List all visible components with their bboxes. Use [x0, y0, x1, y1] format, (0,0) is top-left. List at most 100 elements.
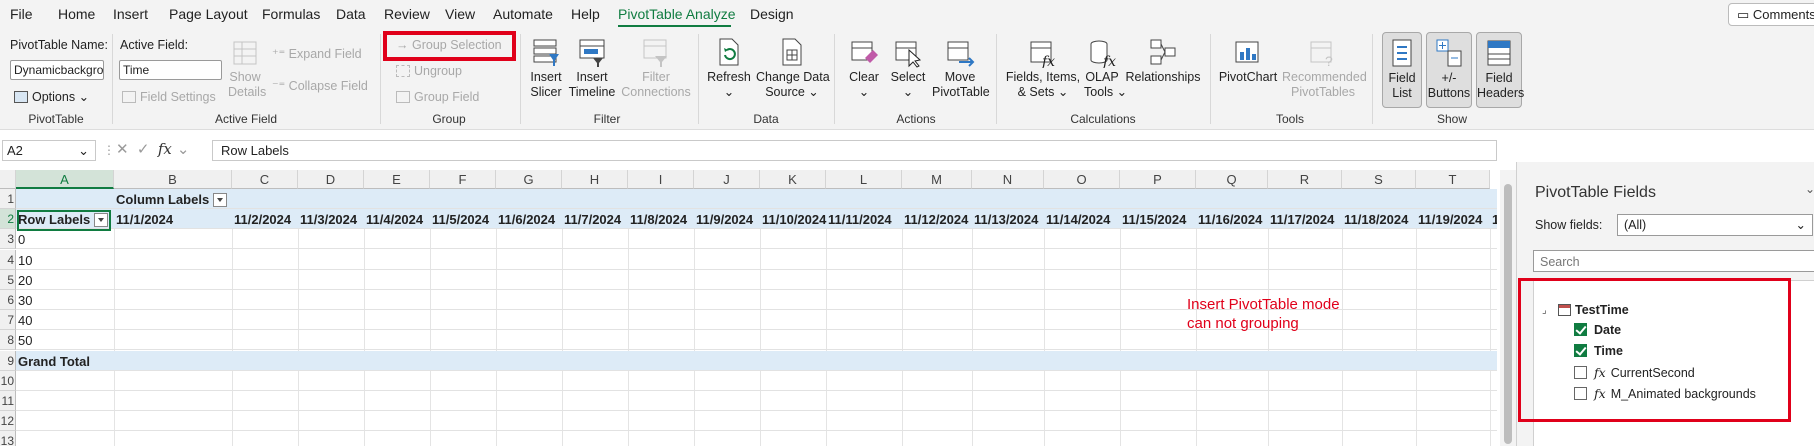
- clear-button[interactable]: Clear ⌄: [846, 36, 882, 100]
- column-header-c[interactable]: C: [232, 170, 298, 189]
- date-header-cell[interactable]: 11/3/2024: [300, 212, 357, 227]
- column-header-o[interactable]: O: [1044, 170, 1120, 189]
- active-field-input[interactable]: Time: [119, 60, 222, 80]
- date-header-cell[interactable]: 11/2/2024: [234, 212, 291, 227]
- row-header-11[interactable]: 11: [0, 391, 16, 411]
- scrollbar-thumb[interactable]: [1504, 184, 1512, 444]
- date-header-cell[interactable]: 11/17/2024: [1270, 212, 1334, 227]
- row-header-2[interactable]: 2: [0, 209, 16, 230]
- date-header-cell[interactable]: 11/4/2024: [366, 212, 423, 227]
- date-header-cell[interactable]: 11/10/2024: [762, 212, 826, 227]
- menu-insert[interactable]: Insert: [113, 6, 148, 22]
- date-header-cell[interactable]: 11/15/2024: [1122, 212, 1186, 227]
- column-header-m[interactable]: M: [902, 170, 972, 189]
- field-list-toggle[interactable]: Field List: [1382, 32, 1422, 108]
- row-header-1[interactable]: 1: [0, 189, 16, 209]
- select-button[interactable]: Select ⌄: [888, 36, 928, 100]
- insert-slicer-button[interactable]: Insert Slicer: [526, 36, 566, 100]
- row-header-7[interactable]: 7: [0, 310, 16, 331]
- grand-total-cell[interactable]: Grand Total: [18, 354, 90, 369]
- menu-page-layout[interactable]: Page Layout: [169, 6, 248, 22]
- column-labels-cell[interactable]: Column Labels: [116, 192, 228, 207]
- more-options-icon[interactable]: ⋮: [103, 143, 115, 157]
- show-details-button[interactable]: Show Details: [228, 36, 266, 100]
- menu-file[interactable]: File: [10, 6, 33, 22]
- date-header-cell[interactable]: 11/1/2024: [116, 212, 173, 227]
- menu-automate[interactable]: Automate: [493, 6, 553, 22]
- filter-dropdown-icon[interactable]: [213, 193, 228, 207]
- date-header-cell[interactable]: 11/14/2024: [1046, 212, 1110, 227]
- ungroup-button[interactable]: Ungroup: [396, 64, 462, 78]
- menu-formulas[interactable]: Formulas: [262, 6, 320, 22]
- column-header-t[interactable]: T: [1416, 170, 1490, 189]
- group-field-button[interactable]: Group Field: [396, 90, 479, 104]
- column-header-g[interactable]: G: [496, 170, 562, 189]
- insert-timeline-button[interactable]: Insert Timeline: [568, 36, 616, 100]
- row-header-9[interactable]: 9: [0, 350, 16, 371]
- date-header-cell[interactable]: 11/19/2024: [1418, 212, 1482, 227]
- enter-icon[interactable]: ✓: [137, 141, 150, 158]
- column-header-l[interactable]: L: [826, 170, 902, 189]
- column-header-b[interactable]: B: [114, 170, 232, 189]
- row-value-cell[interactable]: 20: [18, 273, 32, 288]
- row-header-8[interactable]: 8: [0, 330, 16, 351]
- menu-data[interactable]: Data: [336, 6, 366, 22]
- column-header-n[interactable]: N: [972, 170, 1044, 189]
- vertical-scrollbar[interactable]: [1500, 170, 1516, 446]
- menu-design[interactable]: Design: [750, 6, 794, 22]
- spreadsheet-grid[interactable]: ABCDEFGHIJKLMNOPQRST 1 Column Labels 2 Row …: [0, 170, 1497, 446]
- collapse-field-button[interactable]: ⁻⁼ Collapse Field: [272, 78, 368, 93]
- chevron-down-icon[interactable]: ⌄: [78, 143, 89, 159]
- date-header-cell[interactable]: 11/8/2024: [630, 212, 687, 227]
- insert-function-icon[interactable]: fx: [158, 140, 172, 158]
- date-header-cell[interactable]: 11/18/2024: [1344, 212, 1408, 227]
- pivottable-name-input[interactable]: Dynamicbackgro: [10, 60, 104, 80]
- move-pivottable-button[interactable]: Move PivotTable: [932, 36, 990, 100]
- date-header-cell[interactable]: 11: [1492, 212, 1497, 227]
- relationships-button[interactable]: Relationships: [1124, 36, 1202, 85]
- column-header-r[interactable]: R: [1268, 170, 1342, 189]
- row-header-3[interactable]: 3: [0, 229, 16, 250]
- column-header-k[interactable]: K: [760, 170, 826, 189]
- field-settings-button[interactable]: Field Settings: [122, 90, 216, 104]
- date-header-cell[interactable]: 11/13/2024: [974, 212, 1038, 227]
- date-header-cell[interactable]: 11/7/2024: [564, 212, 621, 227]
- chevron-down-icon[interactable]: ⌄: [1805, 182, 1814, 196]
- show-fields-select[interactable]: (All) ⌄: [1617, 214, 1813, 236]
- row-value-cell[interactable]: 0: [18, 232, 25, 247]
- column-header-j[interactable]: J: [694, 170, 760, 189]
- row-value-cell[interactable]: 50: [18, 333, 32, 348]
- chevron-down-icon[interactable]: ⌄: [177, 141, 190, 158]
- column-header-a[interactable]: A: [16, 170, 114, 189]
- field-search-input[interactable]: Search: [1533, 250, 1814, 272]
- row-header-13[interactable]: 13: [0, 431, 16, 446]
- column-header-e[interactable]: E: [364, 170, 430, 189]
- date-header-cell[interactable]: 11/9/2024: [696, 212, 753, 227]
- change-data-source-button[interactable]: Change Data Source ⌄: [756, 36, 830, 100]
- menu-home[interactable]: Home: [58, 6, 95, 22]
- date-header-cell[interactable]: 11/12/2024: [904, 212, 968, 227]
- expand-field-button[interactable]: ⁺⁼ Expand Field: [272, 46, 362, 61]
- row-header-10[interactable]: 10: [0, 370, 16, 391]
- refresh-button[interactable]: Refresh ⌄: [704, 36, 754, 100]
- column-header-f[interactable]: F: [430, 170, 496, 189]
- row-header-4[interactable]: 4: [0, 249, 16, 270]
- formula-input[interactable]: Row Labels: [212, 140, 1497, 161]
- olap-tools-button[interactable]: fx OLAP Tools ⌄: [1084, 36, 1127, 100]
- column-header-d[interactable]: D: [298, 170, 364, 189]
- name-box[interactable]: A2 ⌄: [2, 140, 96, 161]
- column-header-i[interactable]: I: [628, 170, 694, 189]
- comments-button[interactable]: ▭ Comments: [1728, 3, 1814, 26]
- menu-review[interactable]: Review: [384, 6, 430, 22]
- row-value-cell[interactable]: 30: [18, 293, 32, 308]
- menu-pivottable-analyze[interactable]: PivotTable Analyze: [618, 6, 736, 22]
- fields-items-sets-button[interactable]: fx Fields, Items, & Sets ⌄: [1004, 36, 1082, 100]
- menu-view[interactable]: View: [445, 6, 475, 22]
- pivotchart-button[interactable]: PivotChart: [1216, 36, 1280, 85]
- menu-help[interactable]: Help: [571, 6, 600, 22]
- recommended-pivottables-button[interactable]: ? Recommended PivotTables: [1282, 36, 1367, 100]
- row-header-5[interactable]: 5: [0, 269, 16, 290]
- date-header-cell[interactable]: 11/6/2024: [498, 212, 555, 227]
- row-header-6[interactable]: 6: [0, 290, 16, 310]
- date-header-cell[interactable]: 11/16/2024: [1198, 212, 1262, 227]
